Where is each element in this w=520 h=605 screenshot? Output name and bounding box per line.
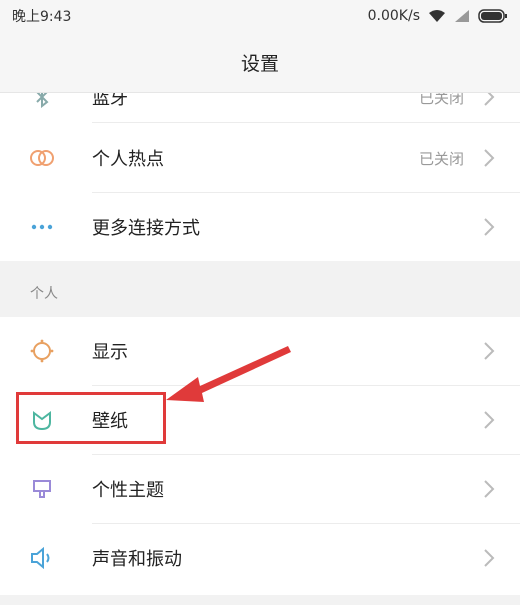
display-icon bbox=[26, 335, 58, 367]
settings-item-label: 更多连接方式 bbox=[92, 218, 200, 239]
chevron-right-icon bbox=[484, 218, 495, 236]
network-speed: 0.00K/s bbox=[367, 8, 420, 24]
chevron-right-icon bbox=[484, 549, 495, 567]
sound-icon bbox=[26, 542, 58, 574]
hotspot-icon bbox=[26, 142, 58, 174]
settings-item-more-connections[interactable]: 更多连接方式 bbox=[0, 193, 520, 261]
chevron-right-icon bbox=[484, 93, 495, 106]
divider bbox=[92, 122, 520, 123]
wifi-icon bbox=[429, 10, 445, 22]
settings-item-label: 蓝牙 bbox=[92, 93, 128, 109]
page-title: 设置 bbox=[240, 52, 279, 75]
settings-header: 设置 bbox=[0, 32, 520, 93]
settings-item-label: 个性主题 bbox=[92, 480, 164, 501]
chevron-right-icon bbox=[484, 342, 495, 360]
chevron-right-icon bbox=[484, 149, 495, 167]
chevron-right-icon bbox=[484, 480, 495, 498]
settings-item-value: 已关闭 bbox=[418, 93, 464, 107]
settings-item-value: 已关闭 bbox=[418, 149, 464, 168]
status-bar: 晚上9:43 0.00K/s bbox=[0, 0, 520, 32]
chevron-right-icon bbox=[484, 411, 495, 429]
personal-card: 显示 壁纸 个性主题 声音和振动 bbox=[0, 317, 520, 595]
settings-item-sound[interactable]: 声音和振动 bbox=[0, 524, 520, 592]
signal-icon bbox=[455, 10, 469, 22]
settings-item-label: 显示 bbox=[92, 342, 128, 363]
status-time: 晚上9:43 bbox=[12, 9, 72, 25]
theme-icon bbox=[26, 473, 58, 505]
more-connections-icon bbox=[26, 211, 58, 243]
settings-item-label: 声音和振动 bbox=[92, 549, 182, 570]
bluetooth-icon bbox=[26, 93, 58, 113]
status-right: 0.00K/s bbox=[368, 8, 508, 24]
settings-item-label: 个人热点 bbox=[92, 149, 164, 170]
annotation-highlight-box bbox=[16, 392, 166, 444]
settings-item-hotspot[interactable]: 个人热点 已关闭 bbox=[0, 124, 520, 192]
section-title-personal: 个人 bbox=[30, 286, 58, 302]
settings-item-theme[interactable]: 个性主题 bbox=[0, 455, 520, 523]
battery-icon bbox=[478, 9, 507, 23]
connections-card: 蓝牙 已关闭 个人热点 已关闭 更多连接方式 bbox=[0, 93, 520, 261]
settings-item-display[interactable]: 显示 bbox=[0, 317, 520, 385]
